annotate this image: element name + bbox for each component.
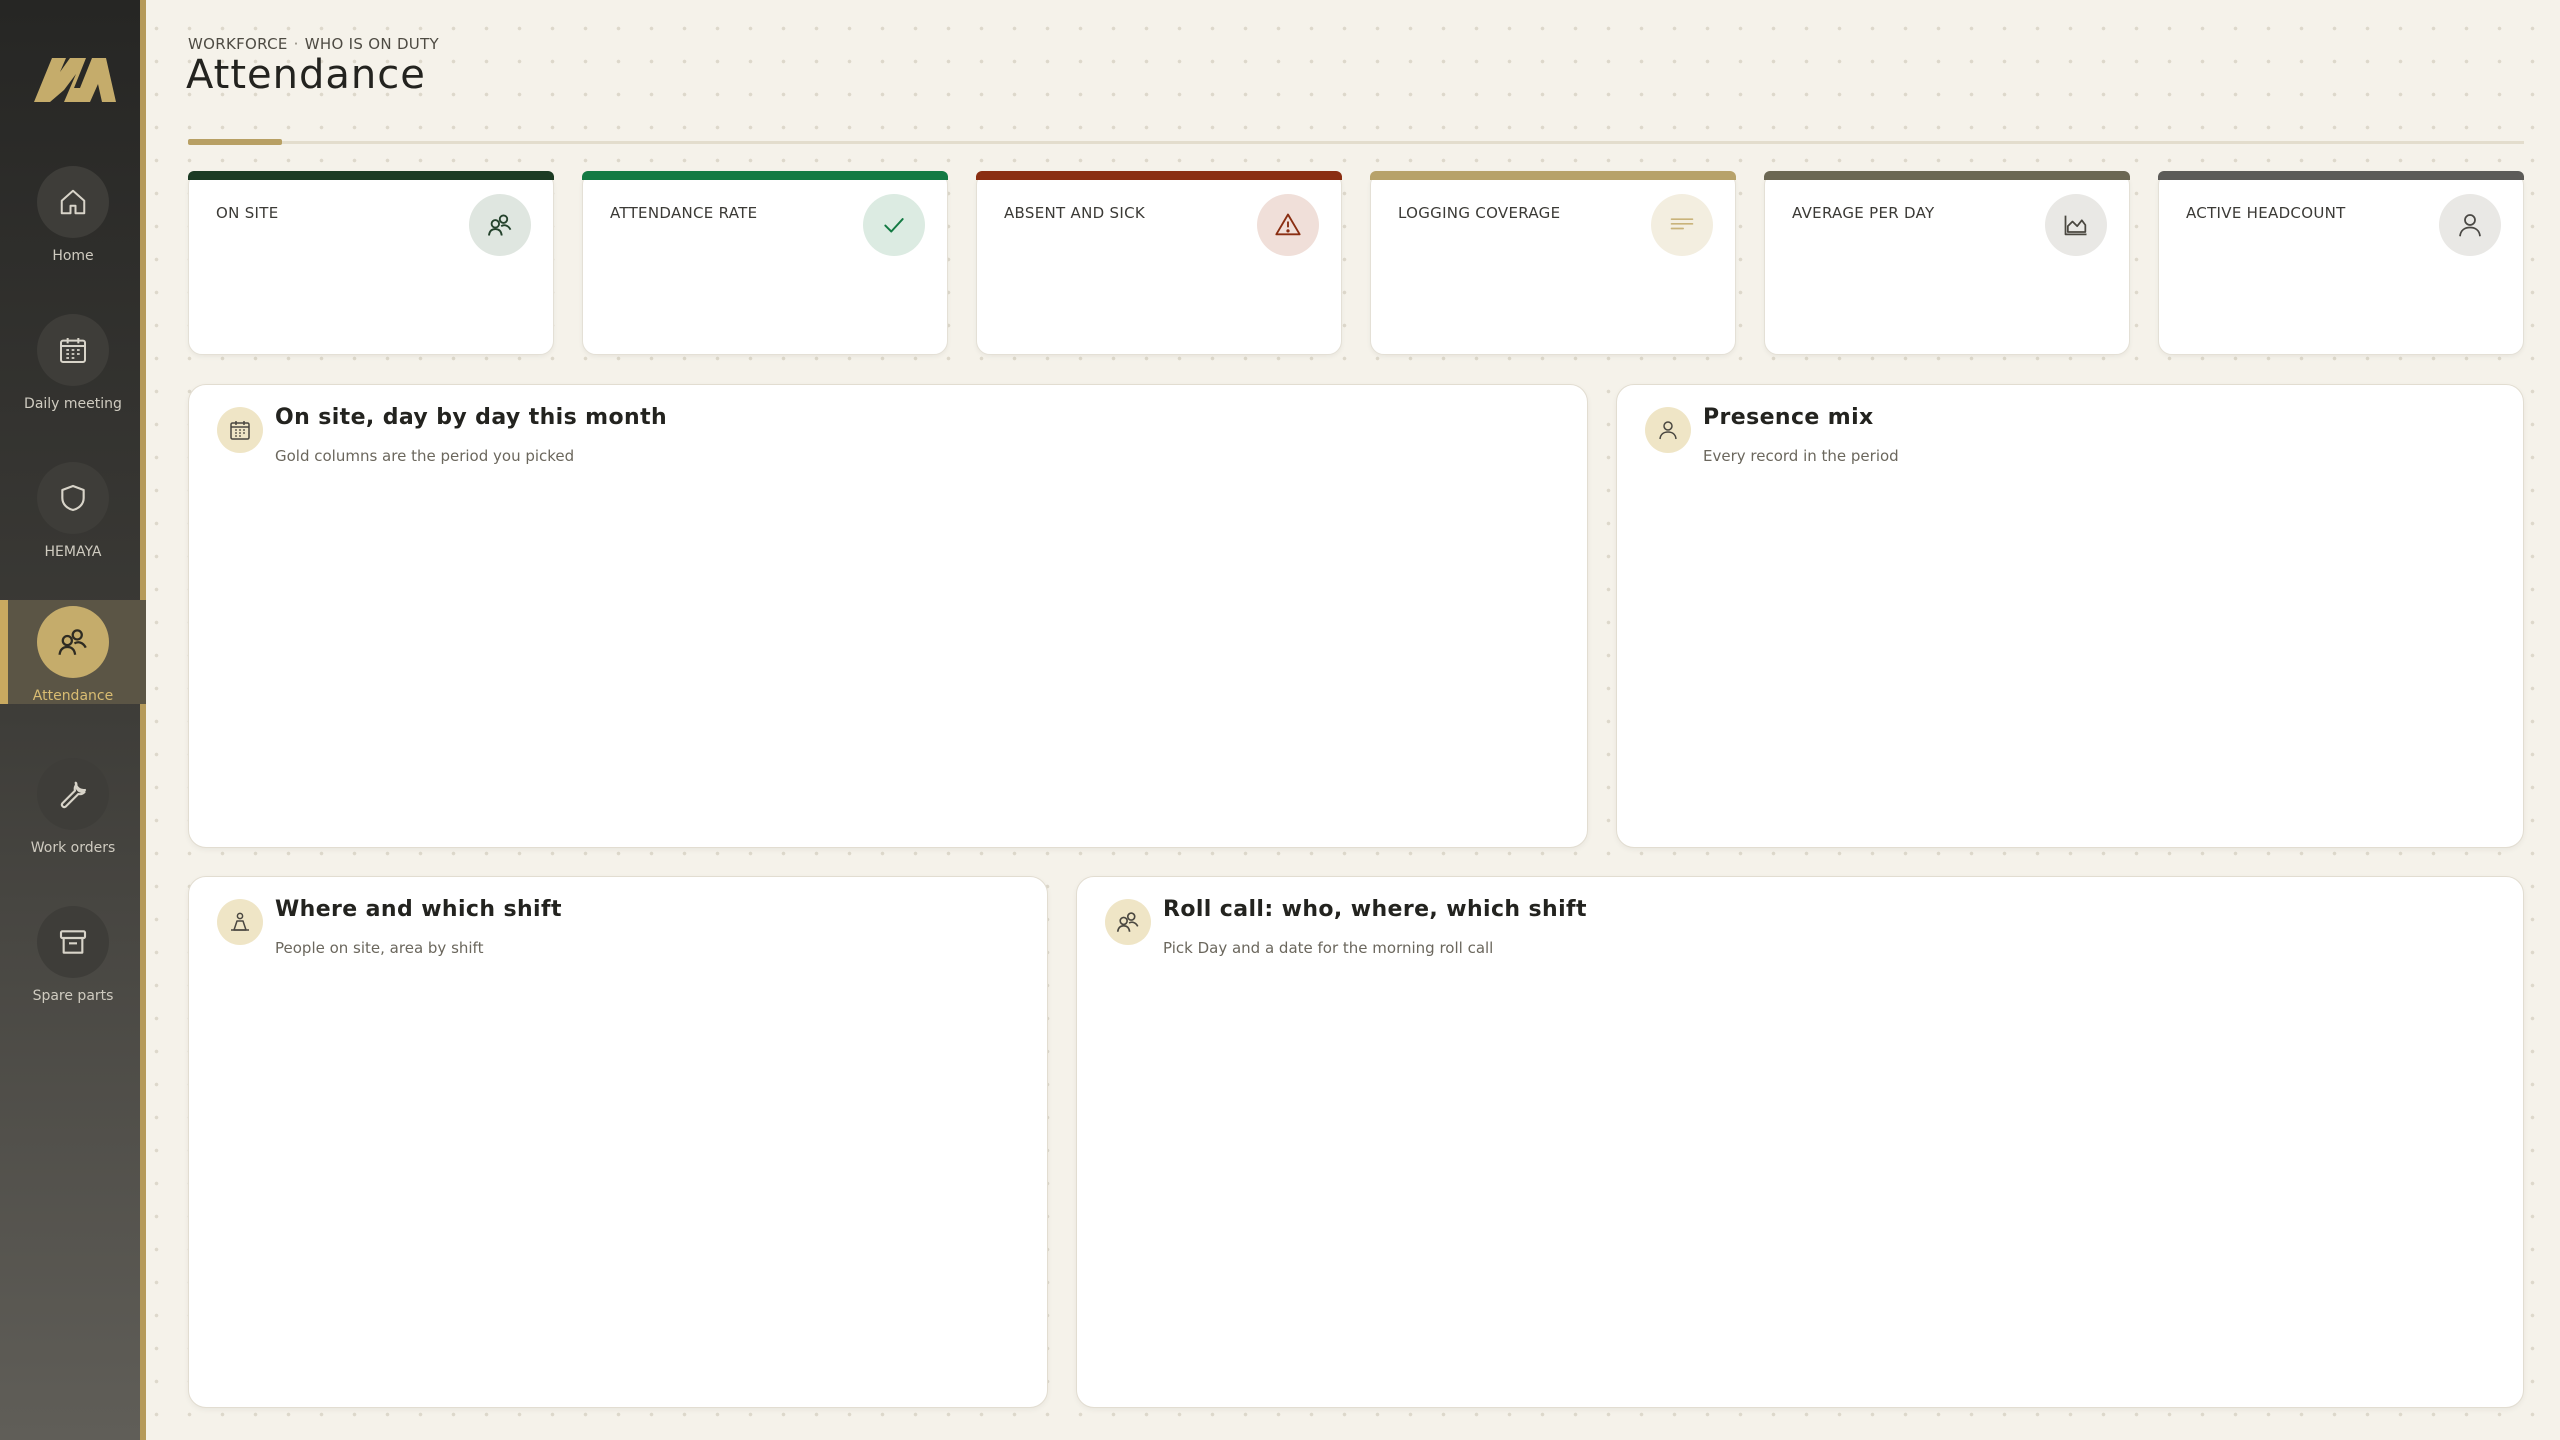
sidebar-item-hemaya[interactable]: HEMAYA bbox=[0, 456, 146, 560]
sidebar-item-home[interactable]: Home bbox=[0, 160, 146, 264]
calendar-icon bbox=[217, 407, 263, 453]
kpi-card-absent-and-sick: ABSENT AND SICK bbox=[976, 171, 1342, 355]
kpi-label: ATTENDANCE RATE bbox=[610, 204, 758, 222]
title-divider bbox=[188, 139, 2524, 145]
shield-icon bbox=[37, 462, 109, 534]
warning-icon bbox=[1257, 194, 1319, 256]
panel-title: Presence mix bbox=[1703, 405, 1874, 430]
panel-daily-on-site: On site, day by day this month Gold colu… bbox=[188, 384, 1588, 848]
brand-logo[interactable] bbox=[30, 50, 120, 114]
area-chart-icon bbox=[2045, 194, 2107, 256]
kpi-card-average-per-day: AVERAGE PER DAY bbox=[1764, 171, 2130, 355]
sidebar-item-daily-meeting[interactable]: Daily meeting bbox=[0, 308, 146, 412]
kpi-card-on-site: ON SITE bbox=[188, 171, 554, 355]
people-icon bbox=[469, 194, 531, 256]
person-icon bbox=[1645, 407, 1691, 453]
kpi-card-active-headcount: ACTIVE HEADCOUNT bbox=[2158, 171, 2524, 355]
sidebar-item-label: Attendance bbox=[32, 688, 114, 704]
sidebar-item-label: Work orders bbox=[30, 840, 116, 856]
wrench-icon bbox=[37, 758, 109, 830]
check-icon bbox=[863, 194, 925, 256]
panel-title: Where and which shift bbox=[275, 897, 562, 922]
person-icon bbox=[2439, 194, 2501, 256]
people-icon bbox=[1105, 899, 1151, 945]
home-icon bbox=[37, 166, 109, 238]
kpi-label: ACTIVE HEADCOUNT bbox=[2186, 204, 2346, 222]
kpi-label: AVERAGE PER DAY bbox=[1792, 204, 1935, 222]
archive-box-icon bbox=[37, 906, 109, 978]
panel-title: Roll call: who, where, which shift bbox=[1163, 897, 1587, 922]
breadcrumb-separator: · bbox=[293, 35, 299, 53]
panel-presence-mix: Presence mix Every record in the period bbox=[1616, 384, 2524, 848]
lines-icon bbox=[1651, 194, 1713, 256]
sidebar-item-label: Daily meeting bbox=[24, 396, 122, 412]
sidebar-item-attendance[interactable]: Attendance bbox=[0, 600, 146, 704]
sidebar-item-spare-parts[interactable]: Spare parts bbox=[0, 900, 146, 1004]
sidebar-item-label: Home bbox=[52, 248, 94, 264]
kpi-card-logging-coverage: LOGGING COVERAGE bbox=[1370, 171, 1736, 355]
panel-area-by-shift: Where and which shift People on site, ar… bbox=[188, 876, 1048, 1408]
sidebar-item-label: HEMAYA bbox=[44, 544, 102, 560]
user-location-icon bbox=[217, 899, 263, 945]
breadcrumb: WORKFORCE · WHO IS ON DUTY bbox=[188, 35, 439, 53]
panel-subtitle: Every record in the period bbox=[1703, 447, 1899, 465]
panel-subtitle: Pick Day and a date for the morning roll… bbox=[1163, 939, 1494, 957]
kpi-label: ABSENT AND SICK bbox=[1004, 204, 1145, 222]
kpi-label: ON SITE bbox=[216, 204, 279, 222]
panel-subtitle: Gold columns are the period you picked bbox=[275, 447, 575, 465]
panel-roll-call: Roll call: who, where, which shift Pick … bbox=[1076, 876, 2524, 1408]
title-divider-accent bbox=[188, 139, 282, 145]
panel-subtitle: People on site, area by shift bbox=[275, 939, 484, 957]
sidebar: Home Daily meeting HEMAYA Attendance Wor… bbox=[0, 0, 146, 1440]
sidebar-item-work-orders[interactable]: Work orders bbox=[0, 752, 146, 856]
panel-title: On site, day by day this month bbox=[275, 405, 668, 430]
kpi-label: LOGGING COVERAGE bbox=[1398, 204, 1561, 222]
sidebar-item-label: Spare parts bbox=[32, 988, 114, 1004]
kpi-card-attendance-rate: ATTENDANCE RATE bbox=[582, 171, 948, 355]
people-icon bbox=[37, 606, 109, 678]
breadcrumb-item[interactable]: WORKFORCE bbox=[188, 35, 288, 53]
page-title: Attendance bbox=[186, 52, 426, 98]
breadcrumb-item[interactable]: WHO IS ON DUTY bbox=[305, 35, 439, 53]
calendar-icon bbox=[37, 314, 109, 386]
